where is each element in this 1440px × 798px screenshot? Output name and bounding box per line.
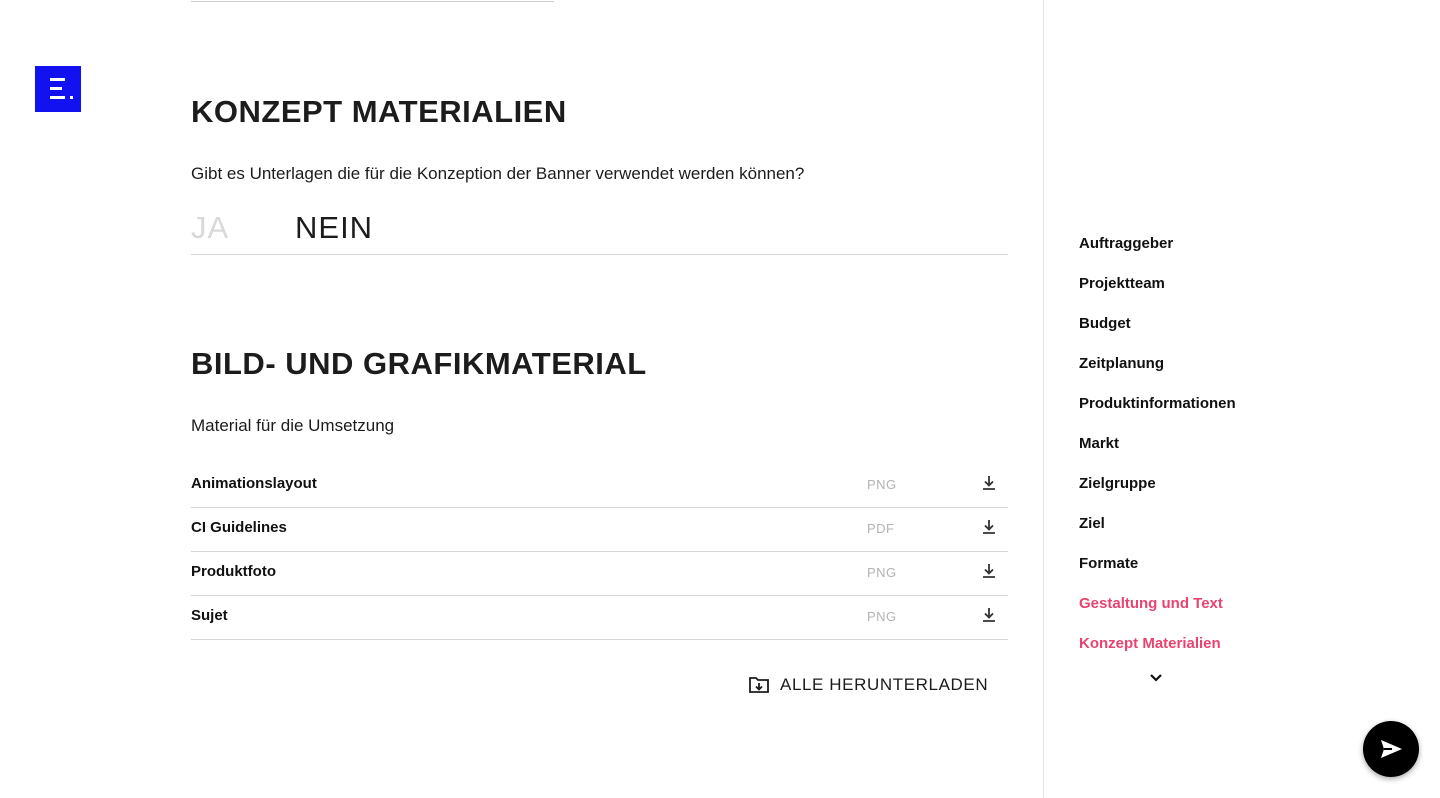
material-section-title: BILD- UND GRAFIKMATERIAL [191, 346, 647, 381]
file-name: CI Guidelines [191, 519, 287, 536]
nav-item-projektteam[interactable]: Projektteam [1079, 274, 1329, 314]
file-type: PNG [867, 609, 897, 624]
download-all-button[interactable]: ALLE HERUNTERLADEN [748, 673, 988, 697]
nav-item-gestaltung-und-text[interactable]: Gestaltung und Text [1079, 594, 1329, 634]
chevron-down-icon[interactable] [1147, 670, 1165, 686]
file-row: CI Guidelines PDF [191, 508, 1008, 552]
download-icon[interactable] [979, 473, 999, 493]
nav-item-auftraggeber[interactable]: Auftraggeber [1079, 234, 1329, 274]
download-icon[interactable] [979, 605, 999, 625]
download-icon[interactable] [979, 561, 999, 581]
nav-item-produktinformationen[interactable]: Produktinformationen [1079, 394, 1329, 434]
nav-item-ziel[interactable]: Ziel [1079, 514, 1329, 554]
file-row: Sujet PNG [191, 596, 1008, 640]
file-name: Sujet [191, 607, 228, 624]
page: KONZEPT MATERIALIEN Gibt es Unterlagen d… [0, 0, 1440, 798]
nav-item-zeitplanung[interactable]: Zeitplanung [1079, 354, 1329, 394]
send-button[interactable] [1363, 721, 1419, 777]
send-icon [1381, 740, 1402, 758]
material-subtitle: Material für die Umsetzung [191, 416, 395, 435]
section-nav: Auftraggeber Projektteam Budget Zeitplan… [1079, 234, 1329, 674]
file-row: Animationslayout PNG [191, 464, 1008, 508]
download-icon[interactable] [979, 517, 999, 537]
nav-item-formate[interactable]: Formate [1079, 554, 1329, 594]
file-type: PDF [867, 521, 895, 536]
nav-item-zielgruppe[interactable]: Zielgruppe [1079, 474, 1329, 514]
download-all-label: ALLE HERUNTERLADEN [780, 675, 989, 694]
option-yes[interactable]: JA [191, 210, 229, 246]
file-type: PNG [867, 565, 897, 580]
file-row: Produktfoto PNG [191, 552, 1008, 596]
concept-question: Gibt es Unterlagen die für die Konzeptio… [191, 164, 805, 183]
nav-item-konzept-materialien[interactable]: Konzept Materialien [1079, 634, 1329, 674]
brand-logo-icon[interactable] [35, 66, 81, 112]
file-name: Produktfoto [191, 563, 276, 580]
nav-item-budget[interactable]: Budget [1079, 314, 1329, 354]
concept-section-title: KONZEPT MATERIALIEN [191, 94, 567, 129]
top-divider [191, 1, 554, 2]
sidebar-divider [1043, 0, 1044, 798]
folder-download-icon [749, 677, 769, 693]
nav-item-markt[interactable]: Markt [1079, 434, 1329, 474]
yes-no-choice: JA NEIN [191, 206, 1008, 255]
file-name: Animationslayout [191, 475, 317, 492]
option-no[interactable]: NEIN [295, 210, 373, 246]
file-type: PNG [867, 477, 897, 492]
